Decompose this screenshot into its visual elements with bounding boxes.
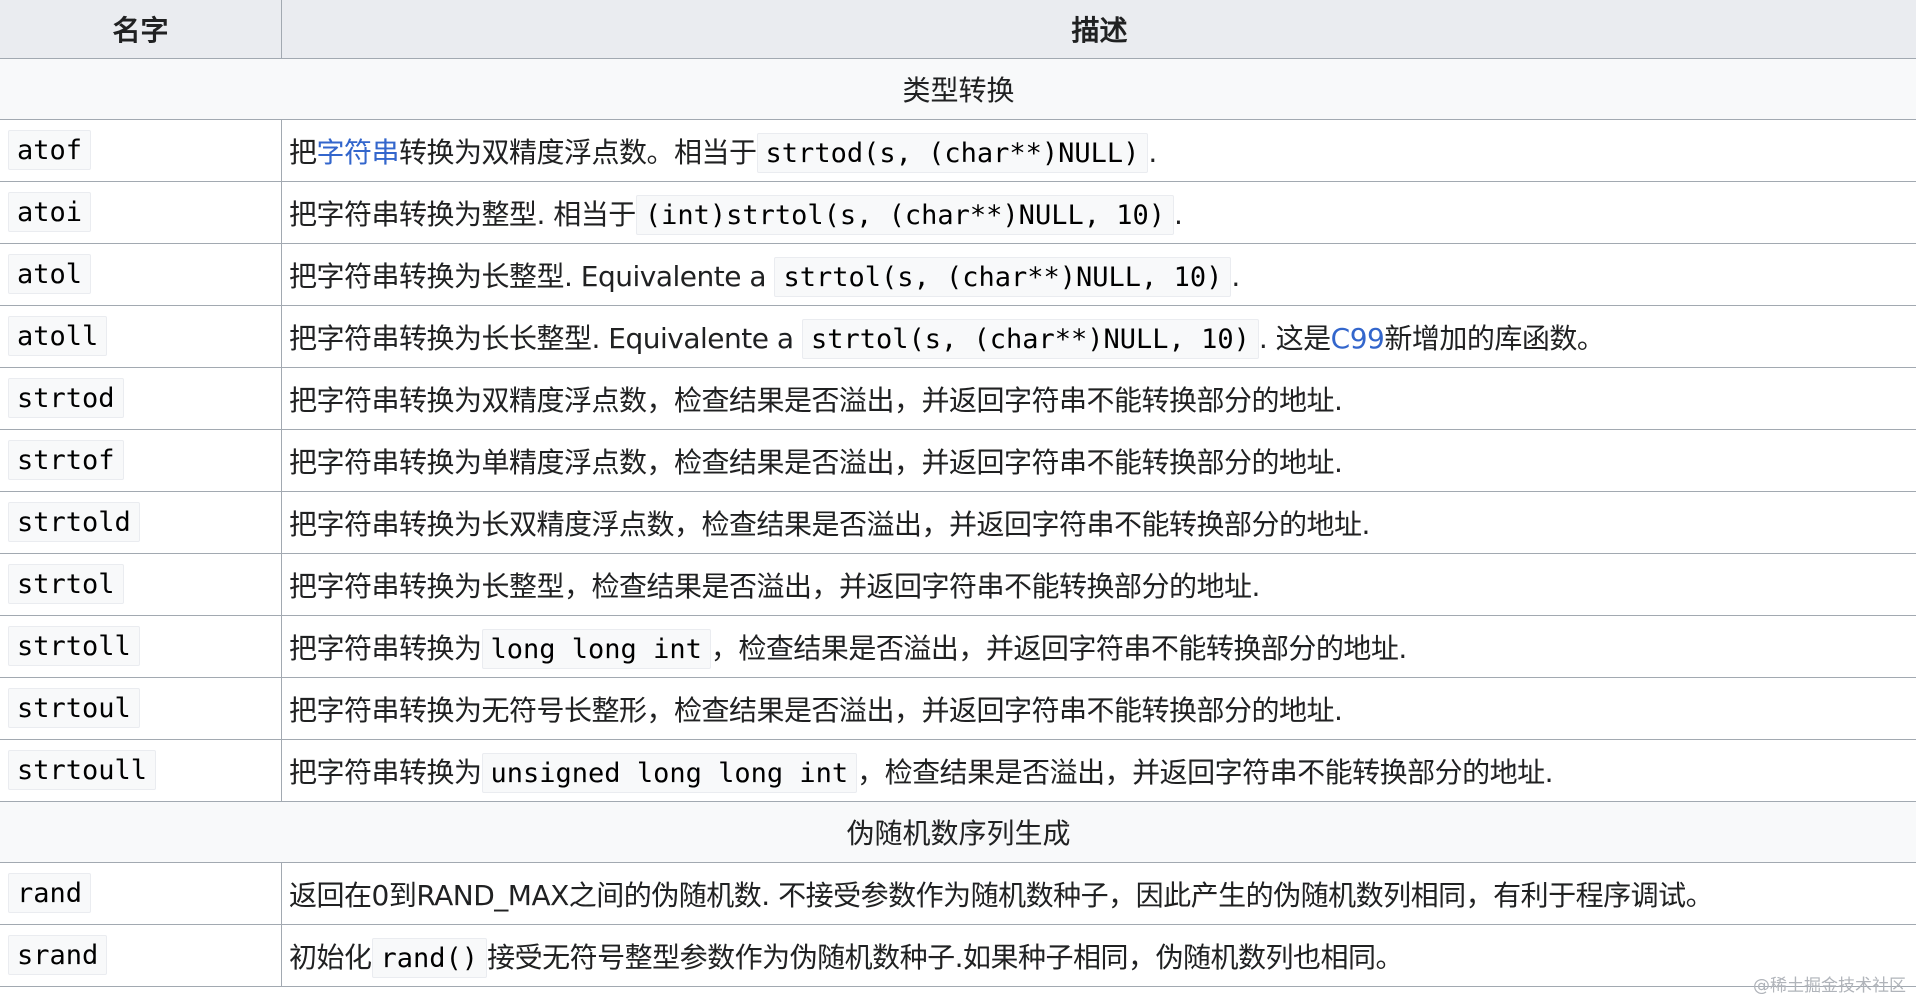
description-text: 把字符串转换为长整型. Equivalente a — [289, 259, 775, 293]
description-text: . — [1173, 197, 1183, 231]
description-cell: 把字符串转换为单精度浮点数，检查结果是否溢出，并返回字符串不能转换部分的地址. — [281, 429, 1916, 492]
column-header-name[interactable]: 名字 — [0, 0, 282, 59]
string-link[interactable]: 字符串 — [317, 136, 400, 169]
description-cell: 把字符串转换为 long long int ，检查结果是否溢出，并返回字符串不能转换… — [281, 615, 1916, 678]
description-text: . 这是 — [1258, 321, 1331, 355]
description-text: 转换为双精度浮点数。相当于 — [399, 135, 757, 169]
function-name-cell: rand — [0, 862, 282, 925]
table-row: strtol 把字符串转换为长整型，检查结果是否溢出，并返回字符串不能转换部分的… — [0, 553, 1916, 616]
description-cell: 把字符串转换为无符号长整形，检查结果是否溢出，并返回字符串不能转换部分的地址. — [281, 677, 1916, 740]
function-name: strtoul — [8, 688, 140, 728]
function-name: rand — [8, 873, 92, 913]
table-row: rand 返回在0到RAND_MAX之间的伪随机数. 不接受参数作为随机数种子，… — [0, 862, 1916, 925]
description-cell: 初始化 rand() 接受无符号整型参数作为伪随机数种子.如果种子相同，伪随机数列也… — [281, 924, 1916, 987]
table-row: atol 把字符串转换为长整型. Equivalente a strtol(s,… — [0, 243, 1916, 306]
description-cell: 把字符串转换为整型. 相当于 (int)strtol(s, (char**)NUL… — [281, 181, 1916, 244]
description-cell: 返回在0到RAND_MAX之间的伪随机数. 不接受参数作为随机数种子，因此产生的… — [281, 862, 1916, 925]
table-row: strtod 把字符串转换为双精度浮点数，检查结果是否溢出，并返回字符串不能转换… — [0, 367, 1916, 430]
function-name: strtold — [8, 502, 140, 542]
description-cell: 把字符串转换为双精度浮点数。相当于 strtod(s, (char**)NULL)… — [281, 119, 1916, 182]
table-row: atof 把字符串转换为双精度浮点数。相当于 strtod(s, (char**)… — [0, 119, 1916, 182]
column-header-description[interactable]: 描述 — [281, 0, 1916, 59]
function-name-cell: strtoul — [0, 677, 282, 740]
table-header-row: 名字 描述 — [0, 0, 1916, 59]
description-text: 新增加的库函数。 — [1384, 321, 1605, 355]
function-name-cell: srand — [0, 924, 282, 987]
function-name-cell: atol — [0, 243, 282, 306]
function-name: strtoull — [8, 750, 157, 790]
table-row: strtoll 把字符串转换为 long long int ，检查结果是否溢出，并返… — [0, 615, 1916, 678]
description-cell: 把字符串转换为 unsigned long long int ，检查结果是否溢出，并… — [281, 739, 1916, 802]
description-text: . — [1148, 135, 1157, 169]
section-row-prng: 伪随机数序列生成 — [0, 801, 1916, 863]
description-text: 把 — [289, 135, 317, 169]
inline-code: (int)strtol(s, (char**)NULL, 10) — [635, 194, 1174, 235]
section-title: 类型转换 — [0, 58, 1916, 120]
description-text: 把字符串转换为 — [289, 755, 482, 789]
function-name-cell: atof — [0, 119, 282, 182]
table-row: atoll 把字符串转换为长长整型. Equivalente a strtol(… — [0, 305, 1916, 368]
description-cell: 把字符串转换为长整型，检查结果是否溢出，并返回字符串不能转换部分的地址. — [281, 553, 1916, 616]
function-name-cell: strtoll — [0, 615, 282, 678]
inline-code: long long int — [481, 628, 711, 669]
description-cell: 把字符串转换为长双精度浮点数，检查结果是否溢出，并返回字符串不能转换部分的地址. — [281, 491, 1916, 554]
section-row-type-conversion: 类型转换 — [0, 58, 1916, 120]
inline-code: strtod(s, (char**)NULL) — [756, 132, 1149, 173]
c99-link[interactable]: C99 — [1331, 322, 1385, 355]
table-row: strtold 把字符串转换为长双精度浮点数，检查结果是否溢出，并返回字符串不能… — [0, 491, 1916, 554]
description-cell: 把字符串转换为双精度浮点数，检查结果是否溢出，并返回字符串不能转换部分的地址. — [281, 367, 1916, 430]
function-table: 名字 描述 类型转换 atof 把字符串转换为双精度浮点数。相当于 strtod(… — [0, 0, 1916, 987]
function-name-cell: strtod — [0, 367, 282, 430]
inline-code: strtol(s, (char**)NULL, 10) — [774, 256, 1232, 297]
table-row: strtoull 把字符串转换为 unsigned long long int ，检… — [0, 739, 1916, 802]
function-name: atoll — [8, 316, 108, 356]
watermark: @稀土掘金技术社区 — [1753, 976, 1906, 996]
description-text: 把字符串转换为长长整型. Equivalente a — [289, 321, 802, 355]
function-name: srand — [8, 935, 108, 975]
description-cell: 把字符串转换为长整型. Equivalente a strtol(s, (cha… — [281, 243, 1916, 306]
description-text: 把字符串转换为整型. 相当于 — [289, 197, 636, 231]
description-text: ，检查结果是否溢出，并返回字符串不能转换部分的地址. — [857, 755, 1554, 789]
function-name: strtod — [8, 378, 124, 418]
function-name: strtol — [8, 564, 124, 604]
function-name: atol — [8, 254, 92, 294]
table-row: strtoul 把字符串转换为无符号长整形，检查结果是否溢出，并返回字符串不能转… — [0, 677, 1916, 740]
function-name: strtoll — [8, 626, 140, 666]
description-cell: 把字符串转换为长长整型. Equivalente a strtol(s, (ch… — [281, 305, 1916, 368]
inline-code: rand() — [371, 937, 488, 978]
function-name: atof — [8, 130, 92, 170]
description-text: 初始化 — [289, 940, 372, 974]
function-name-cell: strtoull — [0, 739, 282, 802]
function-name: strtof — [8, 440, 124, 480]
description-text: 接受无符号整型参数作为伪随机数种子.如果种子相同，伪随机数列也相同。 — [487, 940, 1403, 974]
description-text: 把字符串转换为 — [289, 631, 482, 665]
section-title: 伪随机数序列生成 — [0, 801, 1916, 863]
description-text: ，检查结果是否溢出，并返回字符串不能转换部分的地址. — [710, 631, 1407, 665]
function-name-cell: atoi — [0, 181, 282, 244]
table-row: atoi 把字符串转换为整型. 相当于 (int)strtol(s, (char*… — [0, 181, 1916, 244]
table-row: strtof 把字符串转换为单精度浮点数，检查结果是否溢出，并返回字符串不能转换… — [0, 429, 1916, 492]
function-name-cell: strtold — [0, 491, 282, 554]
inline-code: strtol(s, (char**)NULL, 10) — [801, 318, 1259, 359]
table-row: srand 初始化 rand() 接受无符号整型参数作为伪随机数种子.如果种子相同，… — [0, 924, 1916, 987]
function-name-cell: strtol — [0, 553, 282, 616]
function-name: atoi — [8, 192, 92, 232]
inline-code: unsigned long long int — [481, 752, 858, 793]
description-text: . — [1231, 259, 1240, 293]
function-name-cell: atoll — [0, 305, 282, 368]
function-name-cell: strtof — [0, 429, 282, 492]
